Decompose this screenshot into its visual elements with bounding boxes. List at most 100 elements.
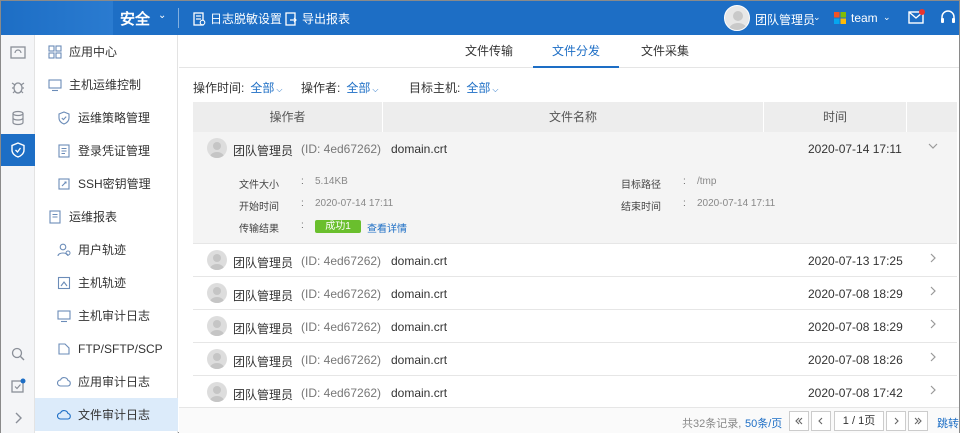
detail-colon: :	[301, 198, 304, 209]
table-row[interactable]: 团队管理员 (ID: 4ed67262) domain.crt 2020-07-…	[193, 132, 957, 164]
sidebar-item-ops-report[interactable]: 运维报表	[35, 200, 178, 233]
detail-end-value: 2020-07-14 17:11	[697, 198, 776, 209]
chevron-down-icon[interactable]: ⌄	[158, 10, 166, 21]
filter-value[interactable]: 全部	[250, 81, 274, 95]
user-trace-icon	[56, 242, 72, 258]
tab-file-distribution[interactable]: 文件分发	[533, 35, 619, 68]
chevron-right-icon[interactable]	[927, 285, 939, 297]
chevron-right-icon[interactable]	[927, 384, 939, 396]
rail-item-security[interactable]	[1, 134, 35, 166]
filter-value[interactable]: 全部	[466, 81, 490, 95]
filter-label: 目标主机:	[409, 81, 461, 95]
jump-button[interactable]: 跳转	[937, 415, 959, 431]
filter-operation-time[interactable]: 操作时间: 全部 ⌵	[193, 79, 282, 96]
table-row[interactable]: 团队管理员 (ID: 4ed67262) domain.crt 2020-07-…	[193, 376, 957, 409]
export-report-button[interactable]: 导出报表	[284, 10, 350, 27]
chevron-right-icon[interactable]	[927, 318, 939, 330]
rail-item-tasks[interactable]	[1, 370, 35, 402]
file-name: domain.crt	[391, 254, 448, 268]
sidebar-item-ftp-sftp-scp[interactable]: FTP/SFTP/SCP	[35, 332, 178, 365]
team-name[interactable]: team	[851, 11, 878, 25]
cloud-icon	[56, 407, 72, 423]
section-title[interactable]: 安全	[120, 8, 150, 29]
filter-label: 操作时间:	[193, 81, 245, 95]
table-row[interactable]: 团队管理员 (ID: 4ed67262) domain.crt 2020-07-…	[193, 343, 957, 376]
prev-page-button[interactable]	[811, 411, 831, 431]
detail-start-label: 开始时间	[239, 202, 279, 213]
last-page-button[interactable]	[908, 411, 928, 431]
operator-id: (ID: 4ed67262)	[301, 254, 382, 268]
sidebar-item-label: FTP/SFTP/SCP	[78, 341, 163, 356]
chevron-down-icon[interactable]: ⌄	[813, 12, 821, 23]
page-info[interactable]: 1 / 1页	[834, 411, 884, 431]
sidebar-item-app-audit-log[interactable]: 应用审计日志	[35, 365, 178, 398]
chevron-down-icon[interactable]: ⌵	[276, 85, 282, 94]
top-bar: 安全 ⌄ 日志脱敏设置 导出报表 团队管理员 ⌄ team ⌄	[1, 1, 959, 35]
column-header-operator: 操作者	[193, 102, 383, 132]
user-name[interactable]: 团队管理员	[755, 11, 815, 28]
chevron-down-icon[interactable]: ⌄	[883, 12, 891, 23]
sidebar-item-login-credential[interactable]: 登录凭证管理	[35, 134, 178, 167]
sidebar-item-ssh-key[interactable]: SSH密钥管理	[35, 167, 178, 200]
key-icon	[56, 176, 72, 192]
chevron-down-icon[interactable]: ⌵	[492, 85, 498, 94]
sidebar-item-label: 主机轨迹	[78, 276, 127, 290]
row-time: 2020-07-08 18:29	[808, 320, 903, 334]
rail-item-database[interactable]	[1, 102, 35, 134]
operator-id: (ID: 4ed67262)	[301, 287, 382, 301]
sidebar-item-label: 登录凭证管理	[78, 144, 151, 158]
table-row[interactable]: 团队管理员 (ID: 4ed67262) domain.crt 2020-07-…	[193, 310, 957, 343]
operator-id: (ID: 4ed67262)	[301, 353, 382, 367]
chevron-left-icon	[818, 417, 823, 425]
sidebar-item-ops-policy[interactable]: 运维策略管理	[35, 101, 178, 134]
column-header-file-name: 文件名称	[383, 102, 764, 132]
database-icon	[12, 110, 24, 126]
view-detail-link[interactable]: 查看详情	[367, 220, 407, 235]
file-transfer-icon	[56, 341, 72, 357]
filter-target-host[interactable]: 目标主机: 全部 ⌵	[409, 79, 498, 96]
chevron-right-icon	[894, 417, 899, 425]
export-report-label: 导出报表	[302, 12, 351, 26]
rail-item-dashboard[interactable]	[1, 37, 35, 69]
sidebar-item-file-audit-log[interactable]: 文件审计日志	[35, 398, 178, 431]
message-icon[interactable]	[908, 9, 926, 25]
file-name: domain.crt	[391, 142, 448, 156]
chevron-right-icon[interactable]	[927, 351, 939, 363]
detail-colon: :	[683, 198, 686, 209]
headset-icon[interactable]	[940, 9, 956, 25]
settings-doc-icon	[193, 11, 206, 26]
operator-name: 团队管理员	[233, 256, 294, 270]
task-check-icon	[11, 378, 26, 393]
rail-item-virus[interactable]	[1, 71, 35, 103]
sidebar-item-host-audit-log[interactable]: 主机审计日志	[35, 299, 178, 332]
sidebar-item-label: 应用审计日志	[78, 375, 151, 389]
sidebar-item-host-trace[interactable]: 主机轨迹	[35, 266, 178, 299]
operator-name: 团队管理员	[233, 289, 294, 303]
row-time: 2020-07-08 18:29	[808, 287, 903, 301]
table-row[interactable]: 团队管理员 (ID: 4ed67262) domain.crt 2020-07-…	[193, 244, 957, 277]
chevron-down-icon[interactable]: ⌵	[372, 85, 378, 94]
chevron-down-icon[interactable]	[927, 140, 939, 152]
sidebar: 应用中心 主机运维控制 运维策略管理 登录凭证管理 SSH密钥管理 运维报表 用…	[35, 35, 178, 433]
search-icon	[11, 347, 25, 361]
next-page-button[interactable]	[886, 411, 906, 431]
page-size-select[interactable]: 50条/页	[745, 415, 782, 431]
table-row[interactable]: 团队管理员 (ID: 4ed67262) domain.crt 2020-07-…	[193, 277, 957, 310]
sidebar-item-host-ops-control[interactable]: 主机运维控制	[35, 68, 178, 101]
chevron-right-icon[interactable]	[927, 252, 939, 264]
sidebar-item-app-center[interactable]: 应用中心	[35, 35, 178, 68]
rail-item-search[interactable]	[1, 338, 35, 370]
sidebar-item-user-trace[interactable]: 用户轨迹	[35, 233, 178, 266]
filter-value[interactable]: 全部	[346, 81, 370, 95]
avatar[interactable]	[724, 5, 750, 31]
avatar	[207, 349, 227, 369]
tab-file-transfer[interactable]: 文件传输	[451, 35, 527, 68]
log-desensitize-button[interactable]: 日志脱敏设置	[192, 10, 282, 27]
operator-name: 团队管理员	[233, 322, 294, 336]
first-page-button[interactable]	[789, 411, 809, 431]
tab-file-collection[interactable]: 文件采集	[627, 35, 703, 68]
tab-bar: 文件传输 文件分发 文件采集	[179, 35, 959, 68]
filter-operator[interactable]: 操作者: 全部 ⌵	[301, 79, 378, 96]
rail-expand-button[interactable]	[1, 402, 35, 433]
host-trace-icon	[56, 275, 72, 291]
